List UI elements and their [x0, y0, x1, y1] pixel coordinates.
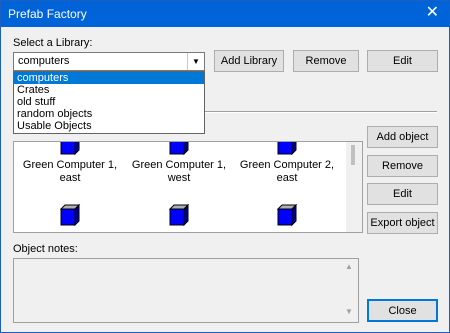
cube-icon [60, 142, 80, 155]
cube-icon [169, 142, 189, 155]
edit-library-button[interactable]: Edit [367, 50, 438, 72]
remove-library-button[interactable]: Remove [293, 50, 359, 72]
list-item[interactable]: Green Computer 1, west [124, 142, 234, 185]
list-item[interactable]: Green Computer 2, east [232, 142, 342, 185]
add-object-button[interactable]: Add object [367, 126, 438, 148]
library-select-value: computers [18, 55, 70, 67]
scroll-up-icon[interactable]: ▲ [345, 262, 353, 271]
window-title: Prefab Factory [8, 7, 87, 21]
list-item[interactable] [232, 204, 342, 226]
object-name: Green Computer 1, west [131, 159, 227, 184]
list-item[interactable] [15, 204, 125, 226]
remove-object-button[interactable]: Remove [367, 155, 438, 177]
cube-icon [59, 204, 81, 226]
scroll-down-icon[interactable]: ▼ [345, 307, 353, 316]
library-option-crates[interactable]: Crates [14, 84, 204, 96]
chevron-down-icon[interactable]: ▼ [187, 53, 204, 70]
title-bar: Prefab Factory ✕ [1, 1, 449, 27]
prefab-factory-window: Prefab Factory ✕ Select a Library: compu… [0, 0, 450, 333]
object-name: Green Computer 2, east [239, 159, 335, 184]
close-button[interactable]: Close [367, 299, 438, 322]
select-library-label: Select a Library: [13, 37, 93, 49]
cube-icon [277, 142, 297, 155]
add-library-button[interactable]: Add Library [214, 50, 284, 72]
close-window-icon[interactable]: ✕ [426, 4, 439, 22]
object-list-scrollbar[interactable] [346, 142, 362, 232]
library-option-usable-objects[interactable]: Usable Objects [14, 120, 204, 132]
scrollbar-thumb[interactable] [351, 145, 355, 165]
cube-icon [276, 204, 298, 226]
export-object-button[interactable]: Export object [367, 212, 438, 234]
object-name: Green Computer 1, east [22, 159, 118, 184]
object-notes-field[interactable]: ▲ ▼ [13, 258, 359, 323]
library-select[interactable]: computers ▼ [13, 52, 205, 71]
library-dropdown-list: computers Crates old stuff random object… [13, 71, 205, 134]
library-option-old-stuff[interactable]: old stuff [14, 96, 204, 108]
object-list[interactable]: Green Computer 1, east Green Computer 1, w… [13, 141, 363, 233]
list-item[interactable] [124, 204, 234, 226]
edit-object-button[interactable]: Edit [367, 183, 438, 205]
object-notes-label: Object notes: [13, 243, 78, 255]
library-option-random-objects[interactable]: random objects [14, 108, 204, 120]
list-item[interactable]: Green Computer 1, east [15, 142, 125, 185]
notes-scrollbar[interactable]: ▲ ▼ [342, 259, 358, 322]
library-option-computers[interactable]: computers [14, 72, 204, 84]
cube-icon [168, 204, 190, 226]
